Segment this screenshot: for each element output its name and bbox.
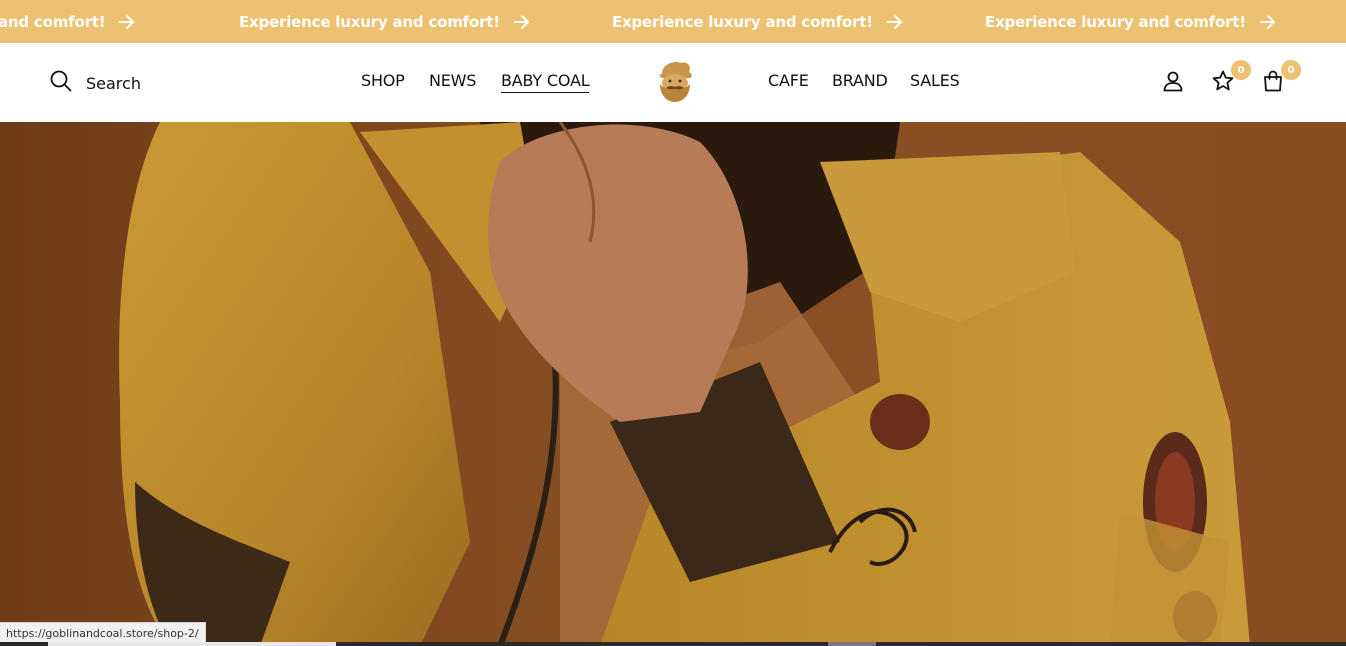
arrow-right-icon [886, 14, 903, 29]
announcement-text: and comfort! [0, 12, 106, 31]
search-button[interactable]: Search [50, 70, 141, 96]
wishlist-count-badge: 0 [1231, 60, 1251, 80]
nav-shop[interactable]: SHOP [361, 71, 405, 90]
cart-button[interactable]: 0 [1261, 60, 1301, 95]
announcement-item[interactable]: Experience luxury and comfort! [612, 0, 903, 43]
nav-sales[interactable]: SALES [910, 71, 960, 90]
wishlist-button[interactable]: 0 [1211, 60, 1251, 95]
nav-baby-coal[interactable]: BABY COAL [501, 71, 590, 93]
announcement-text: Experience luxury and comfort! [985, 12, 1246, 31]
arrow-right-icon [119, 14, 135, 29]
man-in-mustard-jacket-photo [0, 122, 1346, 646]
announcement-text: Experience luxury and comfort! [612, 12, 873, 31]
site-header: Search SHOP NEWS BABY COAL CAFE BRAND SA… [0, 43, 1346, 122]
announcement-bar: and comfort! Experience luxury and comfo… [0, 0, 1346, 43]
site-logo[interactable] [654, 60, 696, 104]
user-icon [1163, 71, 1183, 92]
nav-cafe[interactable]: CAFE [768, 71, 809, 90]
search-label: Search [86, 73, 141, 93]
announcement-item[interactable]: Experience luxury and comfort! [239, 0, 530, 43]
nav-brand[interactable]: BRAND [832, 71, 888, 90]
announcement-item[interactable]: Experience luxury and comfort! [985, 0, 1276, 43]
bearded-face-logo [659, 62, 692, 102]
announcement-item[interactable]: and comfort! [0, 0, 135, 43]
strip-segment [48, 642, 336, 646]
arrow-right-icon [1259, 14, 1276, 29]
browser-status-url: https://goblinandcoal.store/shop-2/ [0, 622, 206, 644]
hero-banner[interactable] [0, 122, 1346, 646]
strip-segment [828, 642, 876, 646]
cart-count-badge: 0 [1281, 60, 1301, 80]
search-icon [50, 70, 72, 96]
arrow-right-icon [513, 14, 530, 29]
nav-news[interactable]: NEWS [429, 71, 476, 90]
bottom-edge-strip [0, 642, 1346, 646]
account-button[interactable] [1161, 69, 1187, 95]
announcement-text: Experience luxury and comfort! [239, 12, 500, 31]
